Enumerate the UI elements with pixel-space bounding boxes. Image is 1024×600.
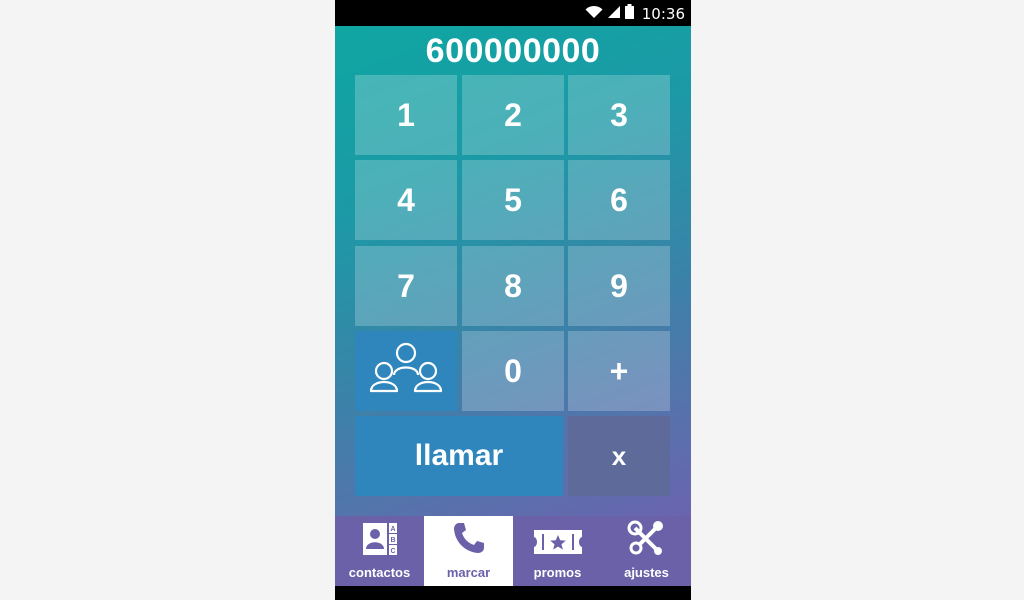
dialed-number-display: 600000000 [425,32,601,70]
tab-label: promos [533,565,582,580]
phone-frame: 10:36 600000000 1 2 3 4 5 6 7 8 9 0 + ll… [335,0,691,600]
tab-ajustes[interactable]: ajustes [602,516,691,586]
dial-key-0[interactable]: 0 [462,331,564,411]
dial-key-3[interactable]: 3 [568,75,670,155]
bottom-tab-bar: A B C contactos marcar promos ajustes [335,516,691,586]
phone-icon [451,518,487,556]
tab-label: ajustes [624,565,669,580]
tab-label: contactos [348,565,411,580]
dial-key-6[interactable]: 6 [568,160,670,240]
tab-contactos[interactable]: A B C contactos [335,516,424,586]
svg-text:A: A [390,526,395,533]
tab-promos[interactable]: promos [513,516,602,586]
dialer-screen: 600000000 1 2 3 4 5 6 7 8 9 0 + llamar x [335,26,691,516]
tab-label: marcar [446,565,491,580]
battery-icon [624,4,634,24]
dial-key-1[interactable]: 1 [355,75,457,155]
tools-icon [627,518,667,556]
dial-key-2[interactable]: 2 [462,75,564,155]
clock: 10:36 [641,5,685,23]
svg-text:B: B [390,537,395,544]
dial-key-plus[interactable]: + [568,331,670,411]
dial-key-7[interactable]: 7 [355,246,457,326]
dial-key-9[interactable]: 9 [568,246,670,326]
dial-key-5[interactable]: 5 [462,160,564,240]
group-users-icon [366,339,446,403]
ticket-star-icon [533,518,583,556]
group-contacts-button[interactable] [355,331,457,411]
wifi-icon [585,5,603,24]
status-icons: 10:36 [585,4,685,24]
delete-button[interactable]: x [568,416,670,496]
tab-marcar[interactable]: marcar [424,516,513,586]
signal-icon [607,5,621,24]
svg-text:C: C [390,548,395,555]
dial-key-8[interactable]: 8 [462,246,564,326]
dial-key-4[interactable]: 4 [355,160,457,240]
navigation-bar [335,586,691,600]
status-bar: 10:36 [335,0,691,26]
call-button[interactable]: llamar [355,416,563,496]
address-book-icon: A B C [362,518,398,556]
